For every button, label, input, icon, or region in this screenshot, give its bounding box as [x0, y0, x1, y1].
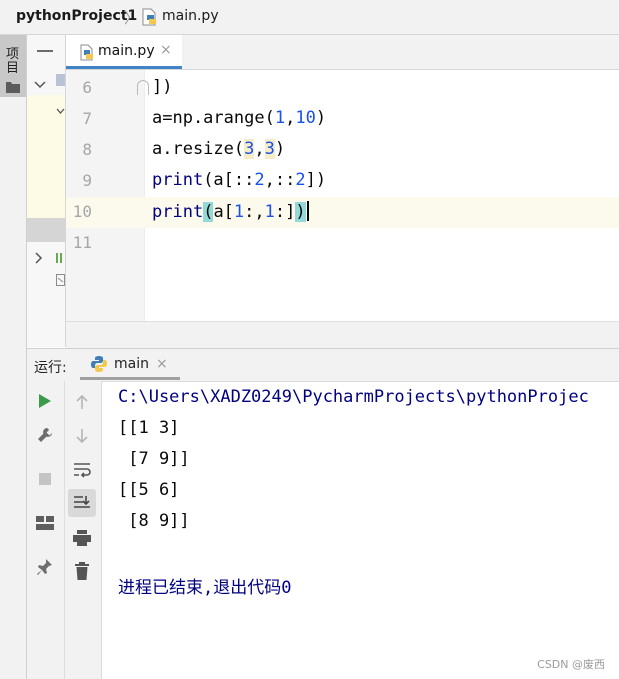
bracket-match: ): [295, 202, 306, 222]
code-number: 1: [233, 202, 245, 222]
breadcrumb-project[interactable]: pythonProject1: [16, 8, 137, 24]
code-token: ): [274, 139, 286, 159]
minimize-icon[interactable]: [37, 50, 53, 52]
fold-marker-icon[interactable]: [137, 80, 149, 95]
code-number: 3: [244, 139, 255, 159]
line-number: 6: [82, 78, 92, 97]
python-file-icon: [141, 8, 157, 30]
run-tab-label: main: [114, 356, 149, 372]
code-line[interactable]: ]): [152, 77, 172, 97]
console-output-line: [[1 3]: [118, 418, 180, 438]
close-icon[interactable]: ×: [156, 356, 168, 372]
editor-gutter: [66, 70, 145, 321]
run-icon[interactable]: [33, 389, 57, 413]
code-number: 2: [254, 170, 265, 190]
layout-icon[interactable]: [33, 511, 57, 535]
wrench-icon[interactable]: [33, 423, 57, 447]
watermark: CSDN @废西: [537, 658, 605, 671]
stop-icon[interactable]: [33, 467, 57, 491]
code-number: 1: [264, 202, 275, 222]
trash-icon[interactable]: [70, 559, 94, 583]
python-file-icon: [79, 44, 94, 65]
chevron-right-icon[interactable]: [35, 249, 43, 268]
console-exit-message: 进程已结束,退出代码0: [118, 578, 292, 598]
code-token: (a[::: [203, 170, 255, 190]
code-token: ]): [152, 77, 173, 97]
console-output-line: [7 9]]: [118, 449, 190, 469]
arrow-up-icon[interactable]: [70, 390, 94, 414]
editor-horizontal-scrollbar[interactable]: [66, 321, 619, 348]
line-number: 10: [72, 202, 92, 221]
console-output-line: [[5 6]: [118, 480, 180, 500]
code-token: ,: [254, 139, 265, 159]
chevron-down-icon[interactable]: [56, 100, 65, 119]
breadcrumb-separator: 〉: [124, 9, 140, 27]
code-number: 1: [274, 108, 286, 128]
code-number: 2: [295, 170, 306, 190]
folder-icon: [6, 78, 20, 97]
code-token: ]): [305, 170, 327, 190]
bracket-match: (: [203, 202, 214, 222]
code-token: :]: [274, 202, 296, 222]
pin-icon[interactable]: [33, 555, 57, 579]
library-icon: [56, 249, 65, 268]
chevron-down-icon[interactable]: [34, 74, 46, 93]
code-keyword: print: [152, 170, 204, 190]
code-token: :,: [244, 202, 265, 222]
project-tab-label: 项目: [6, 47, 20, 76]
close-icon[interactable]: ×: [160, 42, 172, 58]
console-output-line: [8 9]]: [118, 511, 190, 531]
code-token: ,: [285, 108, 296, 128]
text-cursor: [306, 201, 309, 221]
tab-label: main.py: [98, 43, 155, 59]
code-line[interactable]: a.resize(3,3): [152, 139, 285, 159]
scratch-icon: [56, 271, 65, 290]
code-token: a[: [213, 202, 234, 222]
left-tool-strip: [0, 35, 27, 679]
python-icon: [90, 355, 108, 377]
line-number: 11: [72, 233, 92, 252]
code-line-current[interactable]: print(a[1:,1:]): [152, 201, 309, 222]
code-token: a=np.arange(: [152, 108, 275, 128]
line-number: 9: [82, 171, 92, 190]
current-line-highlight: [66, 197, 619, 228]
project-tree-selected-row[interactable]: [27, 218, 65, 242]
scroll-to-end-icon[interactable]: [70, 491, 94, 515]
code-line[interactable]: a=np.arange(1,10): [152, 108, 326, 128]
line-number: 8: [82, 140, 92, 159]
folder-icon: [56, 74, 65, 86]
code-token: ): [315, 108, 327, 128]
line-number: 7: [82, 109, 92, 128]
code-number: 10: [295, 108, 316, 128]
run-panel-label: 运行:: [34, 360, 67, 376]
code-token: ,::: [264, 170, 296, 190]
code-line[interactable]: print(a[::2,::2]): [152, 170, 326, 190]
breadcrumb-file[interactable]: main.py: [162, 8, 219, 24]
print-icon[interactable]: [70, 526, 94, 550]
code-token: a.resize(: [152, 139, 245, 159]
code-number: 3: [264, 139, 275, 159]
arrow-down-icon[interactable]: [70, 424, 94, 448]
console-command-path: C:\Users\XADZ0249\PycharmProjects\python…: [118, 387, 589, 407]
soft-wrap-icon[interactable]: [70, 458, 94, 482]
code-keyword: print: [152, 202, 204, 222]
